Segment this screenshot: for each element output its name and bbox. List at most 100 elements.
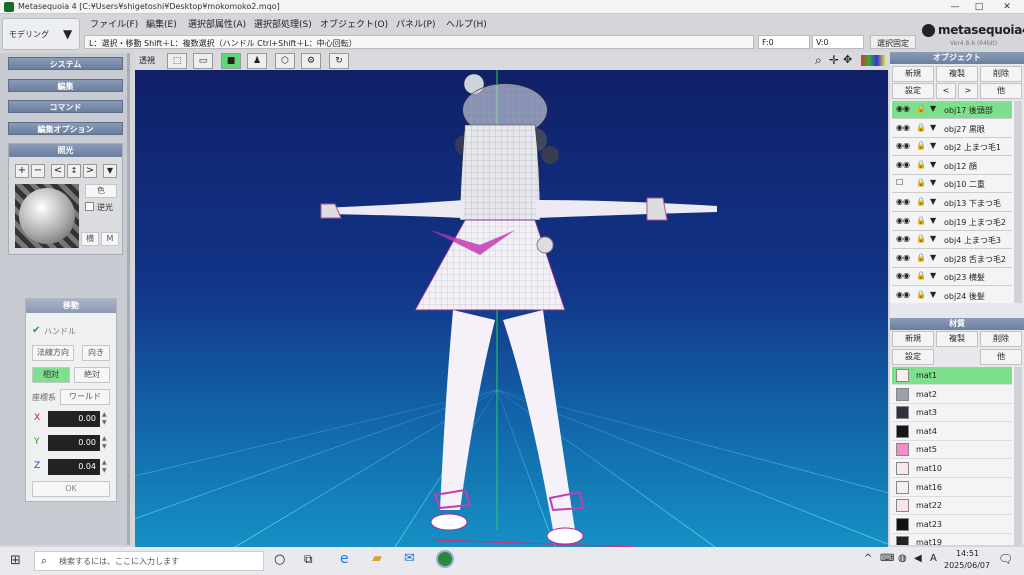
command-button[interactable]: コマンド (8, 100, 123, 113)
gear-icon[interactable]: ⚙ (301, 53, 321, 69)
windows-start-icon[interactable]: ⊞ (10, 553, 21, 568)
menu-panel[interactable]: パネル(P) (396, 17, 435, 30)
lock-icon[interactable]: 🔒 (916, 178, 926, 187)
rotate-icon[interactable]: ✥ (843, 53, 852, 66)
object-settings-button[interactable]: 設定 (892, 83, 934, 99)
ok-button[interactable]: OK (32, 481, 110, 497)
next-light-button[interactable]: > (83, 164, 97, 178)
menu-edit[interactable]: 編集(E) (146, 17, 177, 30)
chevron-up-icon[interactable]: ^ (864, 553, 872, 564)
object-row[interactable]: ◉◉ 🔒 ▼ obj28 舌まつ毛2 (892, 250, 1012, 268)
x-value-field[interactable]: 0.00 (48, 411, 100, 427)
object-row[interactable]: ◉◉ 🔒 ▼ obj17 後頭部 (892, 101, 1012, 119)
direction-button[interactable]: 向き (82, 345, 110, 361)
expand-icon[interactable]: ▼ (930, 216, 936, 225)
eye-icon[interactable]: ◉◉ (896, 141, 910, 150)
eye-icon[interactable]: ◉◉ (896, 271, 910, 280)
eye-icon[interactable]: ◉◉ (896, 234, 910, 243)
lock-icon[interactable]: 🔒 (916, 216, 926, 225)
mail-icon[interactable]: ✉ (404, 551, 415, 566)
object-row[interactable]: ☐ 🔒 ▼ obj10 二重 (892, 175, 1012, 194)
material-list-scrollbar[interactable] (1014, 367, 1022, 545)
light-color-button[interactable]: 色 (85, 184, 117, 198)
eye-icon[interactable]: ◉◉ (896, 253, 910, 262)
copy-material-button[interactable]: 複製 (936, 331, 978, 347)
expand-icon[interactable]: ▼ (930, 160, 936, 169)
refresh-icon[interactable]: ↻ (329, 53, 349, 69)
edit-options-button[interactable]: 編集オプション (8, 122, 123, 135)
z-spinner-icon[interactable]: ▲ ▼ (102, 459, 107, 475)
metasequoia-taskbar-icon[interactable] (436, 550, 454, 568)
lock-icon[interactable]: 🔒 (916, 290, 926, 299)
cortana-icon[interactable]: ○ (274, 552, 285, 567)
globe-icon[interactable]: ◍ (898, 553, 907, 564)
y-value-field[interactable]: 0.00 (48, 435, 100, 451)
remove-light-button[interactable]: − (31, 164, 45, 178)
explorer-icon[interactable]: ▰ (372, 551, 382, 566)
lock-icon[interactable]: 🔒 (916, 197, 926, 206)
delete-material-button[interactable]: 削除 (980, 331, 1022, 347)
edit-button[interactable]: 編集 (8, 79, 123, 92)
material-row[interactable]: mat16 (892, 479, 1012, 497)
fit-view-icon[interactable]: ▭ (193, 53, 213, 69)
minimize-button[interactable]: — (944, 1, 966, 13)
taskbar-search[interactable]: ⌕ 検索するには、ここに入力します (34, 551, 264, 571)
lock-icon[interactable]: 🔒 (916, 271, 926, 280)
menu-help[interactable]: ヘルプ(H) (446, 17, 487, 30)
clock-date[interactable]: 2025/06/07 (944, 561, 990, 570)
edge-icon[interactable]: e (340, 551, 349, 567)
material-row[interactable]: mat3 (892, 404, 1012, 423)
lock-icon[interactable]: 🔒 (916, 160, 926, 169)
eye-icon[interactable]: ◉◉ (896, 216, 910, 225)
network-icon[interactable]: ⌨ (880, 553, 894, 564)
material-row[interactable]: mat23 (892, 516, 1012, 534)
lock-icon[interactable]: 🔒 (916, 234, 926, 243)
select-rect-icon[interactable]: ⬚ (167, 53, 187, 69)
system-button[interactable]: システム (8, 57, 123, 70)
lock-icon[interactable]: 🔒 (916, 123, 926, 132)
lock-icon[interactable]: 🔒 (916, 104, 926, 113)
new-object-button[interactable]: 新規 (892, 66, 934, 82)
eye-icon[interactable]: ◉◉ (896, 290, 910, 299)
perspective-label[interactable]: 透視 (139, 55, 155, 66)
prev-object-button[interactable]: < (936, 83, 956, 99)
cube-view-icon[interactable]: ⬡ (275, 53, 295, 69)
object-list-scrollbar[interactable] (1014, 101, 1022, 303)
object-row[interactable]: ◉◉ 🔒 ▼ obj13 下まつ毛 (892, 194, 1012, 212)
left-scrollbar[interactable] (127, 53, 130, 545)
material-row[interactable]: mat19 (892, 534, 1012, 545)
eye-icon[interactable]: ◉◉ (896, 123, 910, 132)
next-object-button[interactable]: > (958, 83, 978, 99)
clock-time[interactable]: 14:51 (956, 549, 979, 558)
object-row[interactable]: ◉◉ 🔒 ▼ obj27 黒眼 (892, 120, 1012, 138)
horizontal-button[interactable]: 横 (81, 232, 99, 246)
menu-selection-attr[interactable]: 選択部属性(A) (188, 17, 246, 30)
handle-label[interactable]: ハンドル (44, 326, 76, 337)
3d-viewport[interactable] (0, 70, 1024, 548)
solid-view-icon[interactable]: ■ (221, 53, 241, 69)
zoom-icon[interactable]: ⌕ (815, 53, 822, 68)
mode-selector[interactable]: モデリング ▼ (2, 18, 80, 50)
delete-object-button[interactable]: 削除 (980, 66, 1022, 82)
light-preview[interactable] (15, 184, 79, 248)
menu-object[interactable]: オブジェクト(O) (320, 17, 388, 30)
expand-icon[interactable]: ▼ (930, 290, 936, 299)
material-row[interactable]: mat2 (892, 386, 1012, 404)
backlight-checkbox[interactable] (85, 202, 94, 211)
expand-icon[interactable]: ▼ (930, 104, 936, 113)
add-light-button[interactable]: + (15, 164, 29, 178)
close-button[interactable]: ✕ (996, 1, 1018, 13)
material-row[interactable]: mat10 (892, 460, 1012, 478)
lock-icon[interactable]: 🔒 (916, 253, 926, 262)
m-button[interactable]: M (101, 232, 119, 246)
object-row[interactable]: ◉◉ 🔒 ▼ obj23 横髪 (892, 268, 1012, 287)
checkbox-icon[interactable]: ☐ (896, 178, 903, 187)
menu-file[interactable]: ファイル(F) (90, 17, 138, 30)
material-row[interactable]: mat5 (892, 441, 1012, 460)
expand-icon[interactable]: ▼ (930, 197, 936, 206)
object-row[interactable]: ◉◉ 🔒 ▼ obj24 後髪 (892, 287, 1012, 303)
material-row[interactable]: mat22 (892, 497, 1012, 516)
object-row[interactable]: ◉◉ 🔒 ▼ obj19 上まつ毛2 (892, 213, 1012, 231)
normal-direction-button[interactable]: 法線方向 (32, 345, 74, 361)
task-view-icon[interactable]: ⧉ (304, 552, 313, 567)
